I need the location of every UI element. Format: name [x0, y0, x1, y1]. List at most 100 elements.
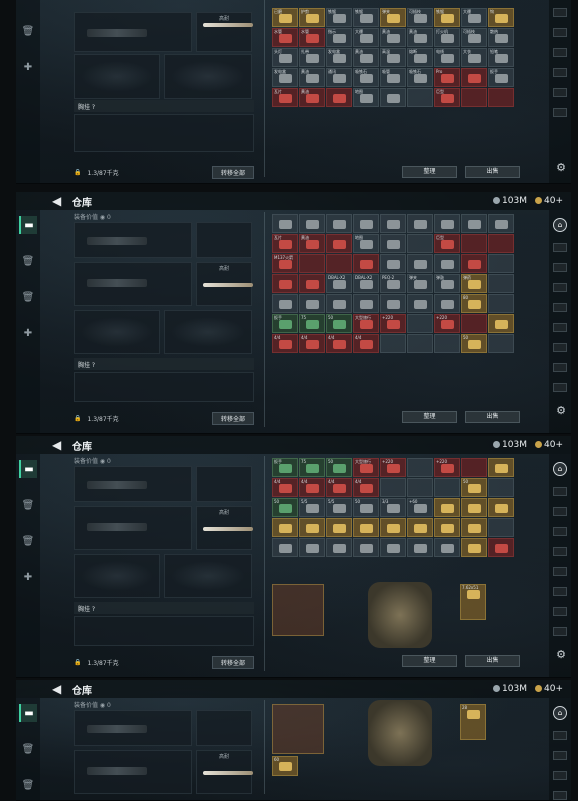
lock-icon[interactable]: 🔒 [74, 659, 81, 666]
item-cell[interactable] [326, 294, 352, 313]
helmet-icon[interactable]: ⌂ [553, 462, 567, 476]
item-cell[interactable]: 弹药 [461, 274, 487, 293]
item-cell[interactable]: 黄油 [380, 28, 406, 47]
item-cell[interactable]: 4/4 [353, 478, 379, 497]
chest-rig-label[interactable]: 胸挂 ? [74, 100, 254, 112]
item-cell[interactable]: 钩 [488, 8, 514, 27]
item-cell[interactable]: 高温 [380, 48, 406, 67]
armor-slot[interactable] [164, 554, 252, 598]
item-cell[interactable]: +220 [380, 458, 406, 477]
item-cell[interactable]: 打火机 [434, 28, 460, 47]
item-cell[interactable]: 4/4 [299, 478, 325, 497]
item-cell[interactable] [299, 294, 325, 313]
armor-slot[interactable] [164, 310, 252, 354]
trash-icon[interactable]: 🗑 [19, 252, 37, 270]
item-cell[interactable] [488, 498, 514, 517]
item-cell[interactable]: 扎带 [299, 48, 325, 67]
melee-slot[interactable]: 高耐 [196, 506, 253, 550]
item-cell[interactable]: 黄油 [299, 68, 325, 87]
helmet-slot[interactable] [74, 54, 160, 99]
item-cell[interactable] [353, 518, 379, 537]
item-cell[interactable] [461, 68, 487, 87]
item-cell[interactable] [353, 214, 379, 233]
item-cell[interactable] [407, 478, 433, 497]
item-cell[interactable] [461, 498, 487, 517]
item-cell[interactable] [488, 294, 514, 313]
item-cell[interactable]: 巨型 [434, 88, 460, 107]
helmet-icon[interactable]: ⌂ [553, 706, 567, 720]
primary-weapon-slot[interactable] [74, 466, 192, 502]
item-cell[interactable]: 大型旅行 [353, 314, 379, 333]
item-cell[interactable]: 大绷 [353, 28, 379, 47]
sort-button[interactable]: 整理 [402, 655, 457, 667]
item-cell[interactable]: 巨型 [434, 234, 460, 253]
sidearm-slot[interactable] [196, 710, 252, 746]
item-cell[interactable]: 大型旅行 [353, 458, 379, 477]
item-cell[interactable]: 瓦片 [272, 88, 298, 107]
item-cell[interactable]: 黄油 [407, 28, 433, 47]
item-cell[interactable] [407, 214, 433, 233]
item-cell[interactable]: 指示 [326, 28, 352, 47]
item-cell[interactable]: 4/4 [299, 334, 325, 353]
item-cell[interactable] [299, 214, 325, 233]
item-cell[interactable]: 可插枝 [461, 28, 487, 47]
item-cell[interactable]: PEQ-2 [380, 274, 406, 293]
gold-balance[interactable]: 40+ [535, 440, 563, 450]
item-cell[interactable]: 黄油 [299, 88, 325, 107]
item-cell[interactable] [272, 538, 298, 557]
item-cell[interactable] [380, 334, 406, 353]
item-cell[interactable]: 弹夹 [407, 274, 433, 293]
melee-slot[interactable]: 高耐 [196, 750, 253, 794]
item-cell[interactable] [407, 538, 433, 557]
item-cell[interactable]: 已磨 [272, 8, 298, 27]
item-cell[interactable] [299, 254, 325, 273]
helmet-slot[interactable] [74, 310, 160, 354]
item-cell[interactable] [407, 314, 433, 333]
item-cell[interactable]: 50 [461, 478, 487, 497]
item-cell[interactable]: 80 [461, 294, 487, 313]
item-cell[interactable] [380, 88, 406, 107]
chest-rig-slot[interactable] [74, 616, 254, 646]
medkit-icon[interactable]: ✚ [19, 324, 37, 342]
pistol-icon[interactable]: ▬ [19, 704, 37, 722]
item-cell[interactable]: 散热 [488, 28, 514, 47]
item-cell[interactable] [407, 294, 433, 313]
sidearm-slot[interactable] [196, 466, 252, 502]
item-cell[interactable] [461, 254, 487, 273]
gold-balance[interactable]: 40+ [535, 196, 563, 206]
item-cell[interactable] [299, 538, 325, 557]
item-cell[interactable]: 熔断 [407, 48, 433, 67]
gold-statue-item[interactable] [272, 704, 324, 754]
item-cell[interactable] [488, 214, 514, 233]
item-cell[interactable]: 吸铁石 [353, 68, 379, 87]
chest-rig-label[interactable]: 胸挂 ? [74, 358, 254, 370]
item-cell[interactable] [407, 254, 433, 273]
item-cell[interactable] [407, 334, 433, 353]
item-cell[interactable] [299, 518, 325, 537]
item-cell[interactable]: 水管 [299, 28, 325, 47]
item-cell[interactable]: 4/4 [326, 478, 352, 497]
item-cell[interactable]: 50 [461, 334, 487, 353]
item-cell[interactable]: 铅笔 [488, 48, 514, 67]
gold-statue-item[interactable] [272, 584, 324, 636]
item-cell[interactable] [380, 234, 406, 253]
item-cell[interactable] [272, 294, 298, 313]
item-cell[interactable] [461, 458, 487, 477]
body-armor-item[interactable] [368, 582, 432, 648]
item-cell[interactable]: 大衣 [461, 48, 487, 67]
item-cell[interactable] [326, 234, 352, 253]
item-cell[interactable]: 3/3 [380, 498, 406, 517]
body-armor-item[interactable] [368, 700, 432, 766]
item-cell[interactable]: 弹鼓 [434, 274, 460, 293]
ammo-box-item[interactable]: 28 [460, 704, 486, 740]
ammo-box-item[interactable]: 60 [272, 756, 298, 776]
gear-icon[interactable]: ⚙ [555, 162, 567, 174]
item-cell[interactable]: 发电盒 [272, 68, 298, 87]
trash-icon-2[interactable]: 🗑 [19, 776, 37, 794]
item-cell[interactable] [434, 294, 460, 313]
item-cell[interactable]: 吸铁石 [407, 68, 433, 87]
primary-weapon-slot-2[interactable] [74, 506, 192, 550]
item-cell[interactable]: 50 [326, 458, 352, 477]
item-cell[interactable]: 扳手 [272, 458, 298, 477]
sell-button[interactable]: 出售 [465, 411, 520, 423]
